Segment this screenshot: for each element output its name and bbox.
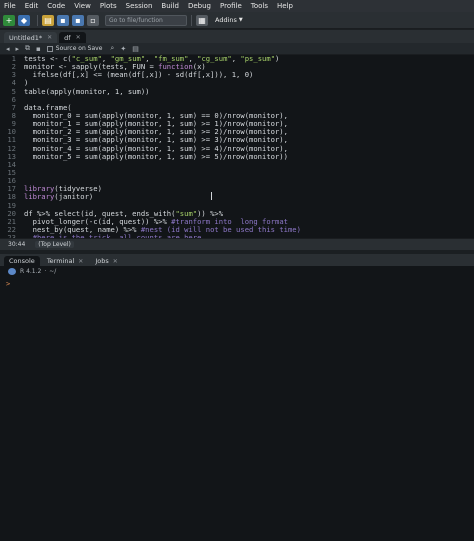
tab-untitled1[interactable]: Untitled1* ✕ <box>4 32 58 43</box>
goto-file-function-input[interactable]: Go to file/function <box>105 14 187 26</box>
console-tab-bar: Console Terminal ✕ Jobs ✕ <box>0 254 474 266</box>
menu-profile[interactable]: Profile <box>220 2 242 10</box>
code-line[interactable]: 3 ifelse(df[,x] <= (mean(df[,x]) - sd(df… <box>0 71 474 79</box>
code-line[interactable]: 18 library(janitor) <box>0 193 474 201</box>
close-icon[interactable]: ✕ <box>113 258 118 265</box>
editor-tab-bar: Untitled1* ✕ df ✕ <box>0 30 474 43</box>
r-version: R 4.1.2 <box>20 268 42 275</box>
menu-session[interactable]: Session <box>126 2 153 10</box>
separator-dot: · <box>44 268 47 275</box>
menu-plots[interactable]: Plots <box>100 2 117 10</box>
code-line[interactable]: 5 table(apply(monitor, 1, sum)) <box>0 86 474 96</box>
mouse-cursor-icon <box>211 192 215 200</box>
search-icon[interactable]: ⌕ <box>110 44 114 53</box>
source-editor-pane: Untitled1* ✕ df ✕ ◂ ▸ ⧉ ▪ Source on Save… <box>0 30 474 250</box>
tab-terminal[interactable]: Terminal ✕ <box>42 256 89 266</box>
toolbar-divider <box>37 14 38 26</box>
chevron-down-icon: ▼ <box>238 17 243 23</box>
save-icon[interactable]: ▪ <box>36 45 41 53</box>
tab-label: Untitled1* <box>9 33 43 42</box>
forward-arrow-icon[interactable]: ▸ <box>16 45 20 53</box>
menu-view[interactable]: View <box>74 2 91 10</box>
code-token: "ps_sum" <box>240 55 276 63</box>
code-line[interactable]: 13 monitor_5 = sum(apply(monitor, 1, sum… <box>0 151 474 161</box>
menu-help[interactable]: Help <box>277 2 293 10</box>
new-project-icon[interactable]: ◆ <box>18 14 30 26</box>
close-icon[interactable]: ✕ <box>78 258 83 265</box>
code-text: table(apply(monitor, 1, sum)) <box>24 86 150 96</box>
console-pane: Console Terminal ✕ Jobs ✕ R 4.1.2 · ~/ > <box>0 254 474 541</box>
code-line[interactable]: 14 <box>0 160 474 169</box>
toolbar-divider <box>191 14 192 26</box>
close-icon[interactable]: ✕ <box>76 34 81 41</box>
working-directory[interactable]: ~/ <box>49 268 56 275</box>
code-token: ) <box>275 55 280 63</box>
goto-placeholder: Go to file/function <box>109 16 163 24</box>
tab-jobs[interactable]: Jobs ✕ <box>90 256 122 266</box>
menu-bar: File Edit Code View Plots Session Build … <box>0 0 474 12</box>
code-text: monitor_5 = sum(apply(monitor, 1, sum) >… <box>24 151 288 161</box>
console-info-bar: R 4.1.2 · ~/ <box>0 266 474 277</box>
editor-status-bar: 30:44 (Top Level) <box>0 238 474 250</box>
code-token: table(apply(monitor, 1, sum)) <box>24 86 150 96</box>
menu-file[interactable]: File <box>4 2 16 10</box>
menu-code[interactable]: Code <box>47 2 65 10</box>
menu-tools[interactable]: Tools <box>251 2 268 10</box>
save-all-icon[interactable]: ▪ <box>72 14 84 26</box>
scope-selector[interactable]: (Top Level) <box>35 241 74 248</box>
menu-debug[interactable]: Debug <box>188 2 211 10</box>
close-icon[interactable]: ✕ <box>47 34 52 41</box>
checkbox[interactable] <box>46 45 53 52</box>
editor-toolbar: ◂ ▸ ⧉ ▪ Source on Save ⌕ ✦ ▤ <box>0 43 474 55</box>
source-on-save-toggle[interactable]: Source on Save <box>46 45 103 52</box>
code-token: ifelse(df[,x] <= (mean(df[,x]) - sd(df[,… <box>24 70 254 80</box>
tab-label: Jobs <box>95 257 109 265</box>
menu-build[interactable]: Build <box>161 2 179 10</box>
new-file-icon[interactable]: + <box>3 14 15 26</box>
menu-edit[interactable]: Edit <box>25 2 39 10</box>
show-in-window-icon[interactable]: ⧉ <box>25 44 30 53</box>
save-icon[interactable]: ▪ <box>57 14 69 26</box>
code-editor[interactable]: 1 tests <- c("c_sum", "gm_sum", "fm_sum",… <box>0 55 474 238</box>
print-icon[interactable]: ▫ <box>87 14 99 26</box>
tab-label: df <box>64 33 71 42</box>
pane-layout-icon[interactable]: ▦ <box>196 14 208 26</box>
code-line[interactable]: 15 <box>0 168 474 177</box>
code-token: library <box>24 192 55 202</box>
tab-label: Terminal <box>46 257 75 265</box>
main-toolbar: + ◆ ▤ ▪ ▪ ▫ Go to file/function ▦ Addins… <box>0 12 474 29</box>
console-prompt[interactable]: > <box>0 280 474 288</box>
source-on-save-label: Source on Save <box>55 45 103 52</box>
tab-df[interactable]: df ✕ <box>59 32 86 43</box>
code-text: library(janitor) <box>24 193 93 201</box>
code-token: monitor_5 = sum(apply(monitor, 1, sum) >… <box>24 151 288 161</box>
open-file-icon[interactable]: ▤ <box>42 14 54 26</box>
back-arrow-icon[interactable]: ◂ <box>6 45 10 53</box>
addins-label: Addins <box>215 16 237 24</box>
compile-report-icon[interactable]: ▤ <box>132 45 139 53</box>
addins-button[interactable]: Addins ▼ <box>215 16 243 24</box>
wand-icon[interactable]: ✦ <box>120 45 126 53</box>
tab-label: Console <box>9 257 35 265</box>
cursor-position: 30:44 <box>8 241 26 248</box>
tab-console[interactable]: Console <box>4 256 40 266</box>
code-token: (janitor) <box>54 192 94 202</box>
code-text: ifelse(df[,x] <= (mean(df[,x]) - sd(df[,… <box>24 70 254 80</box>
r-logo-icon <box>8 268 16 275</box>
